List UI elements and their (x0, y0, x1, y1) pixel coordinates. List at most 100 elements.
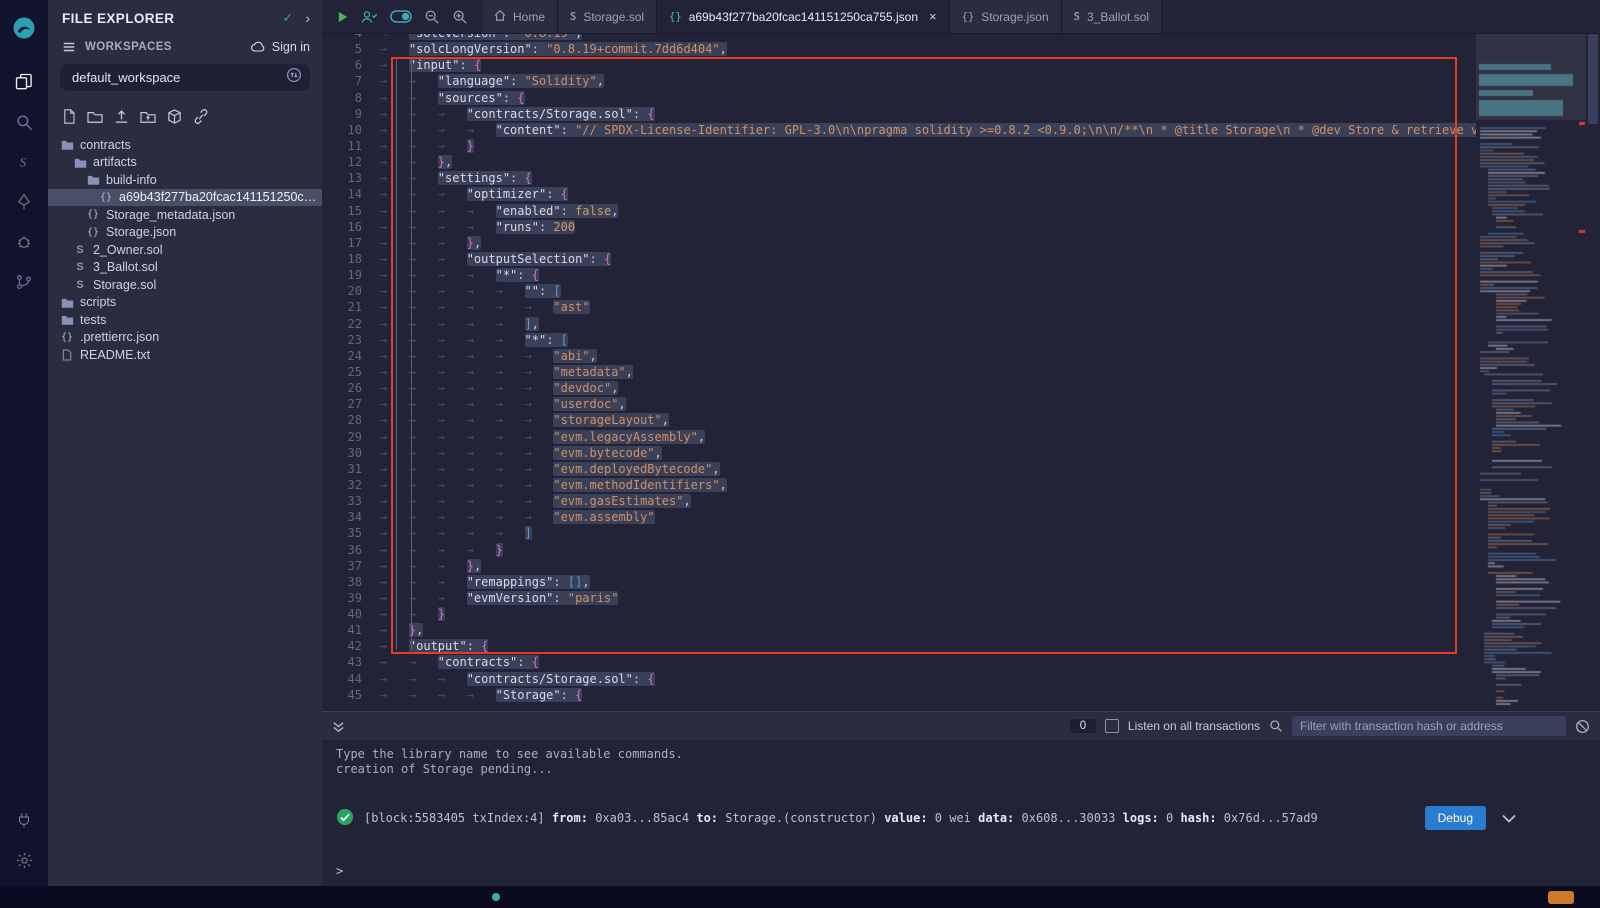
line-number: 29 (322, 429, 380, 445)
settings-gear-icon[interactable] (0, 840, 48, 880)
debug-button[interactable]: Debug (1425, 806, 1486, 830)
upload-folder-icon[interactable] (140, 110, 156, 124)
tree-item-label: scripts (80, 295, 116, 309)
tab-3-ballot-sol[interactable]: S3_Ballot.sol (1062, 0, 1162, 33)
transaction-filter-input[interactable] (1292, 716, 1566, 736)
folder-icon (60, 139, 74, 150)
tree-item-build-info[interactable]: build-info (48, 171, 322, 189)
search-icon[interactable] (0, 102, 48, 142)
tree-item-a69b43f277ba20fcac141151250ca7[interactable]: {}a69b43f277ba20fcac141151250ca7... (48, 189, 322, 207)
link-icon[interactable] (193, 109, 209, 124)
transaction-log-row[interactable]: [block:5583405 txIndex:4] from: 0xa03...… (336, 806, 1600, 830)
listen-all-transactions-checkbox[interactable] (1105, 719, 1119, 733)
file-explorer-icon[interactable] (0, 62, 48, 102)
code-line-40: 40→ → } (322, 606, 1476, 622)
code-line-30: 30→ → → → → → "evm.bytecode", (322, 445, 1476, 461)
remix-logo-icon[interactable] (0, 8, 48, 48)
solidity-file-icon: S (73, 279, 87, 291)
solidity-compiler-icon[interactable]: S (0, 142, 48, 182)
new-folder-icon[interactable] (87, 110, 103, 124)
git-icon[interactable] (0, 262, 48, 302)
user-check-icon[interactable] (361, 10, 378, 24)
code-line-37: 37→ → → }, (322, 558, 1476, 574)
hamburger-menu-icon[interactable] (62, 40, 76, 54)
sign-in-button[interactable]: Sign in (251, 40, 310, 54)
toggle-icon[interactable] (390, 10, 412, 23)
code-editor[interactable]: 4→ "solcVersion": "0.8.19",5→ "solcLongV… (322, 34, 1600, 711)
tree-item-contracts[interactable]: contracts (48, 136, 322, 154)
clear-console-icon[interactable] (1575, 719, 1590, 734)
line-number: 28 (322, 412, 380, 428)
code-line-35: 35→ → → → → ] (322, 525, 1476, 541)
close-tab-icon[interactable]: × (929, 9, 937, 24)
chevron-down-icon[interactable] (1502, 814, 1516, 823)
transaction-count-badge: 0 (1070, 719, 1096, 733)
tab-a69b43f277ba20fcac141151250ca755-json[interactable]: {}a69b43f277ba20fcac141151250ca755.json× (657, 0, 950, 33)
chevron-right-icon[interactable]: › (305, 10, 310, 26)
tree-item-artifacts[interactable]: artifacts (48, 154, 322, 172)
tree-item-scripts[interactable]: scripts (48, 294, 322, 312)
code-line-18: 18→ → → "outputSelection": { (322, 251, 1476, 267)
code-line-31: 31→ → → → → → "evm.deployedBytecode", (322, 461, 1476, 477)
status-badge[interactable] (1548, 891, 1574, 904)
folder-icon (60, 314, 74, 325)
minimap-viewport[interactable] (1476, 34, 1586, 120)
code-line-43: 43→ → "contracts": { (322, 654, 1476, 670)
code-line-16: 16→ → → → "runs": 200 (322, 219, 1476, 235)
workspace-name: default_workspace (72, 70, 180, 85)
tree-item-storage-metadata-json[interactable]: {}Storage_metadata.json (48, 206, 322, 224)
code-line-32: 32→ → → → → → "evm.methodIdentifiers", (322, 477, 1476, 493)
tree-item-tests[interactable]: tests (48, 311, 322, 329)
json-file-icon: {} (99, 192, 113, 203)
solidity-file-icon: S (1074, 11, 1080, 23)
editor-scrollbar[interactable] (1586, 34, 1600, 711)
deploy-and-run-icon[interactable] (0, 182, 48, 222)
terminal-search-icon[interactable] (1269, 719, 1283, 733)
panel-title: FILE EXPLORER (62, 11, 174, 26)
new-file-icon[interactable] (62, 109, 76, 124)
expand-terminal-icon[interactable] (332, 720, 345, 733)
tab-storage-sol[interactable]: SStorage.sol (558, 0, 657, 33)
tree-item-storage-sol[interactable]: S Storage.sol (48, 276, 322, 294)
tree-item-3-ballot-sol[interactable]: S3_Ballot.sol (48, 259, 322, 277)
code-line-9: 9→ → → "contracts/Storage.sol": { (322, 106, 1476, 122)
folder-icon (60, 297, 74, 308)
code-line-41: 41→ }, (322, 622, 1476, 638)
workspace-select[interactable]: default_workspace (60, 64, 310, 91)
tree-item-readme-txt[interactable]: README.txt (48, 346, 322, 364)
code-line-33: 33→ → → → → → "evm.gasEstimates", (322, 493, 1476, 509)
upload-file-icon[interactable] (114, 109, 129, 124)
line-number: 34 (322, 509, 380, 525)
tree-item-label: Storage.sol (93, 278, 156, 292)
code-line-20: 20→ → → → → "": [ (322, 283, 1476, 299)
terminal-output[interactable]: Type the library name to see available c… (322, 740, 1600, 886)
code-line-25: 25→ → → → → → "metadata", (322, 364, 1476, 380)
tab-home[interactable]: Home (482, 0, 558, 33)
plugin-manager-icon[interactable] (0, 800, 48, 840)
zoom-out-icon[interactable] (424, 9, 440, 25)
json-file-icon: {} (60, 332, 74, 343)
terminal-prompt[interactable]: > (336, 864, 343, 878)
box-icon[interactable] (167, 109, 182, 124)
terminal-panel: 0 Listen on all transactions Type the li… (322, 711, 1600, 886)
status-bar (0, 886, 1600, 908)
tree-item-2-owner-sol[interactable]: S2_Owner.sol (48, 241, 322, 259)
line-number: 39 (322, 590, 380, 606)
tab-storage-json[interactable]: {}Storage.json (950, 0, 1062, 33)
line-number: 33 (322, 493, 380, 509)
code-line-27: 27→ → → → → → "userdoc", (322, 396, 1476, 412)
code-line-26: 26→ → → → → → "devdoc", (322, 380, 1476, 396)
file-explorer-panel: FILE EXPLORER ✓ › WORKSPACES Sign in def… (48, 0, 322, 886)
code-line-13: 13→ → "settings": { (322, 170, 1476, 186)
code-line-36: 36→ → → → } (322, 542, 1476, 558)
minimap[interactable] (1476, 34, 1586, 711)
run-script-icon[interactable] (336, 10, 349, 24)
code-line-7: 7→ → "language": "Solidity", (322, 73, 1476, 89)
tree-item-prettierrc-json[interactable]: {}.prettierrc.json (48, 329, 322, 347)
zoom-in-icon[interactable] (452, 9, 468, 25)
tree-item-storage-json[interactable]: {}Storage.json (48, 224, 322, 242)
line-number: 36 (322, 542, 380, 558)
line-number: 22 (322, 316, 380, 332)
debugger-icon[interactable] (0, 222, 48, 262)
tab-label: a69b43f277ba20fcac141151250ca755.json (689, 10, 918, 24)
